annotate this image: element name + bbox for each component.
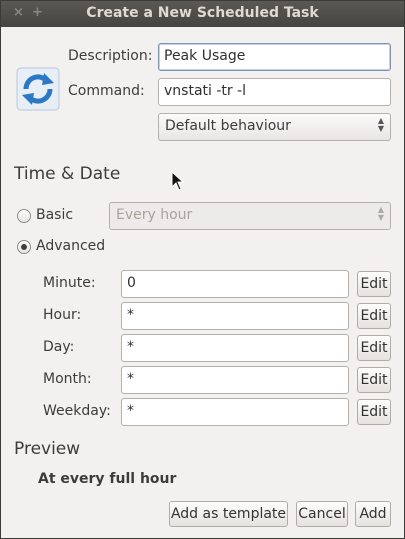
minute-label: Minute: [43, 275, 96, 291]
hour-edit-button[interactable]: Edit [357, 303, 391, 329]
month-edit-button[interactable]: Edit [357, 367, 391, 393]
cancel-button[interactable]: Cancel [296, 501, 348, 527]
advanced-radio[interactable] [17, 240, 31, 254]
day-label: Day: [43, 339, 75, 355]
basic-frequency-select: Every hour ▲ ▼ [109, 202, 391, 230]
preview-heading: Preview [14, 439, 81, 459]
description-label: Description: [68, 48, 153, 64]
weekday-label: Weekday: [43, 403, 111, 419]
day-field[interactable]: * [121, 334, 349, 362]
minute-field[interactable]: 0 [121, 270, 349, 298]
behaviour-select-value: Default behaviour [165, 118, 291, 134]
basic-label[interactable]: Basic [36, 207, 73, 223]
hour-field[interactable]: * [121, 302, 349, 330]
add-button[interactable]: Add [355, 501, 391, 527]
window-title: Create a New Scheduled Task [86, 5, 319, 21]
mouse-pointer-icon [171, 170, 185, 195]
weekday-field[interactable]: * [121, 398, 349, 426]
month-field[interactable]: * [121, 366, 349, 394]
behaviour-select[interactable]: Default behaviour ▲ ▼ [158, 113, 391, 141]
time-date-heading: Time & Date [14, 164, 121, 184]
minute-edit-button[interactable]: Edit [357, 271, 391, 297]
refresh-icon [16, 67, 60, 111]
weekday-edit-button[interactable]: Edit [357, 399, 391, 425]
scheduled-task-dialog: × + Create a New Scheduled Task Descript… [0, 0, 405, 539]
spin-arrows-icon: ▲ ▼ [377, 205, 384, 222]
command-field[interactable]: vnstati -tr -l [158, 78, 391, 106]
spin-arrows-icon: ▲ ▼ [377, 116, 384, 133]
description-field[interactable]: Peak Usage [158, 43, 391, 71]
preview-text: At every full hour [38, 471, 177, 487]
basic-radio[interactable] [17, 209, 31, 223]
basic-frequency-value: Every hour [116, 207, 193, 223]
advanced-label[interactable]: Advanced [36, 238, 105, 254]
command-label: Command: [68, 83, 145, 99]
add-as-template-button[interactable]: Add as template [169, 501, 288, 527]
day-edit-button[interactable]: Edit [357, 335, 391, 361]
month-label: Month: [43, 371, 92, 387]
title-bar: × + Create a New Scheduled Task [1, 1, 404, 27]
hour-label: Hour: [43, 307, 82, 323]
